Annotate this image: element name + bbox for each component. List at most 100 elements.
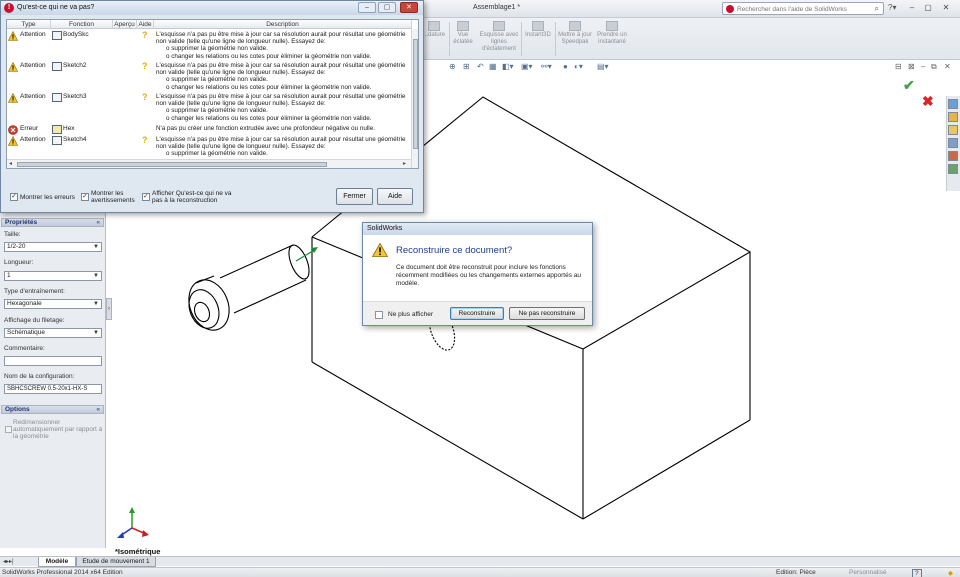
section-view-icon[interactable]: ▦	[489, 62, 497, 71]
vertical-scrollbar[interactable]	[411, 29, 418, 168]
hide-show-items-icon[interactable]: ⚯▾	[541, 62, 552, 71]
scrollbar-thumb[interactable]	[17, 162, 327, 167]
row-description: L'esquisse n'a pas pu être mise à jour c…	[156, 62, 406, 91]
dialog-minimize-button[interactable]: –	[358, 2, 376, 13]
design-library-icon[interactable]	[948, 112, 958, 122]
drive-type-label: Type d'entraînement:	[4, 288, 65, 295]
orientation-triad	[117, 507, 149, 538]
panel-collapse-handle[interactable]: ‹	[106, 298, 112, 320]
thread-display-label: Affichage du filetage:	[4, 317, 65, 324]
viewport-minimize-icon[interactable]: –	[921, 62, 925, 71]
rebuild-dialog-titlebar[interactable]: SolidWorks	[363, 223, 592, 235]
size-select[interactable]: 1/2-20 ▼	[4, 242, 102, 252]
solidworks-resources-icon[interactable]	[948, 99, 958, 109]
sketch-icon	[52, 62, 62, 71]
display-style-icon[interactable]: ▣▾	[521, 62, 533, 71]
rebuild-button[interactable]: Reconstruire	[450, 307, 504, 320]
drive-type-select[interactable]: Hexagonale ▼	[4, 299, 102, 309]
appearances-icon[interactable]	[948, 151, 958, 161]
view-settings-icon[interactable]: ▤▾	[597, 62, 609, 71]
tab-motion-study[interactable]: Etude de mouvement 1	[76, 557, 156, 567]
help-button[interactable]: Aide	[377, 188, 413, 205]
file-explorer-icon[interactable]	[948, 125, 958, 135]
show-at-rebuild-label: Afficher Qu'est-ce qui ne va pas à la re…	[152, 190, 232, 204]
column-header-type[interactable]: Type	[7, 20, 51, 29]
chevron-down-icon: ▼	[93, 330, 99, 336]
table-row[interactable]: Attention BodySkc ? L'esquisse n'a pas p…	[7, 30, 412, 61]
dialog-maximize-button[interactable]: ▢	[378, 2, 396, 13]
scroll-right-icon[interactable]: ▸	[403, 160, 406, 167]
close-button[interactable]: Fermer	[336, 188, 373, 205]
status-editing: Edition: Pièce	[776, 569, 816, 576]
whats-wrong-titlebar[interactable]: ! Qu'est-ce qui ne va pas? – ▢ ✕	[1, 1, 423, 15]
viewport-close-icon[interactable]: ✕	[944, 62, 951, 71]
properties-group-header[interactable]: Propriétés «	[1, 218, 104, 227]
warning-icon	[372, 243, 388, 257]
zoom-area-icon[interactable]: ⊞	[463, 62, 470, 71]
rebuild-dialog: SolidWorks Reconstruire ce document? Ce …	[362, 222, 593, 326]
sketch-icon	[52, 136, 62, 145]
table-row[interactable]: Attention Sketch2 ? L'esquisse n'a pas p…	[7, 61, 412, 92]
viewport-restore-icon[interactable]: ⧉	[931, 62, 937, 72]
column-header-help[interactable]: Aide	[137, 20, 154, 29]
status-notification-icon[interactable]: ◆	[948, 569, 953, 577]
collapse-chevron-icon[interactable]: «	[96, 406, 100, 414]
tab-model[interactable]: Modèle	[38, 557, 76, 567]
length-select[interactable]: 1 ▼	[4, 271, 102, 281]
property-manager: Propriétés « Taille: 1/2-20 ▼ Longueur: 1…	[0, 213, 106, 548]
sketch-icon	[52, 93, 62, 102]
viewport-tile-icon[interactable]: ⊠	[908, 62, 915, 71]
viewport-split-icon[interactable]: ⊟	[895, 62, 902, 71]
status-help-icon[interactable]: ?	[912, 569, 922, 577]
scroll-left-icon[interactable]: ◂	[9, 160, 12, 167]
horizontal-scrollbar[interactable]: ◂ ▸	[7, 159, 411, 168]
do-not-rebuild-button[interactable]: Ne pas reconstruire	[509, 307, 585, 320]
drag-handle-arrow	[295, 247, 318, 262]
table-row[interactable]: Erreur Hex N'a pas pu créer une fonction…	[7, 124, 412, 135]
thread-display-select[interactable]: Schématique ▼	[4, 328, 102, 338]
apply-scene-icon[interactable]: ◐▾	[574, 62, 583, 71]
help-question-icon[interactable]: ?	[142, 30, 148, 40]
status-custom-units[interactable]: Personnalisé	[849, 569, 887, 576]
screw-part	[188, 244, 310, 331]
zoom-to-fit-icon[interactable]: ⊕	[449, 62, 456, 71]
column-header-preview[interactable]: Aperçu	[113, 20, 137, 29]
row-description: N'a pas pu créer une fonction extrudée a…	[156, 125, 375, 132]
collapse-chevron-icon[interactable]: «	[96, 219, 100, 227]
row-description: L'esquisse n'a pas pu être mise à jour c…	[156, 136, 406, 158]
help-question-icon[interactable]: ?	[142, 92, 148, 102]
dialog-close-button[interactable]: ✕	[400, 2, 418, 13]
table-row[interactable]: Attention Sketch3 ? L'esquisse n'a pas p…	[7, 92, 412, 123]
options-group-header[interactable]: Options «	[1, 405, 104, 414]
rebuild-dialog-footer: Ne plus afficher Reconstruire Ne pas rec…	[363, 301, 592, 325]
view-orientation-icon[interactable]: ◧▾	[502, 62, 514, 71]
view-palette-icon[interactable]	[948, 138, 958, 148]
chevron-down-icon: ▼	[93, 244, 99, 250]
previous-view-icon[interactable]: ↶	[477, 62, 484, 71]
comment-input[interactable]	[4, 356, 102, 366]
whats-wrong-table: Type Fonction Aperçu Aide Description At…	[6, 19, 419, 169]
tab-navigation-arrows[interactable]: ◂▸▸|	[3, 558, 14, 565]
viewport-window-controls: ⊟ ⊠ – ⧉ ✕	[893, 62, 955, 74]
row-description: L'esquisse n'a pas pu être mise à jour c…	[156, 31, 406, 60]
table-row[interactable]: Attention Sketch4 ? L'esquisse n'a pas p…	[7, 135, 412, 159]
show-at-rebuild-checkbox[interactable]: ✓	[142, 193, 150, 201]
help-question-icon[interactable]: ?	[142, 135, 148, 145]
custom-properties-icon[interactable]	[948, 164, 958, 174]
status-version: SolidWorks Professional 2014 x64 Edition	[2, 569, 123, 576]
scrollbar-thumb[interactable]	[413, 39, 418, 149]
show-warnings-checkbox[interactable]: ✓	[81, 193, 89, 201]
show-errors-checkbox[interactable]: ✓	[10, 193, 18, 201]
confirm-check-icon[interactable]: ✔	[903, 77, 915, 94]
auto-resize-checkbox[interactable]	[5, 426, 12, 433]
cancel-x-icon[interactable]: ✖	[922, 93, 934, 110]
edit-appearance-icon[interactable]: ●	[563, 62, 568, 71]
column-header-feature[interactable]: Fonction	[51, 20, 113, 29]
warning-icon	[8, 93, 18, 103]
warning-icon	[8, 62, 18, 72]
dont-show-again-checkbox[interactable]	[375, 311, 383, 319]
help-question-icon[interactable]: ?	[142, 61, 148, 71]
chevron-down-icon: ▼	[93, 301, 99, 307]
configuration-name-input[interactable]: SBHCSCREW 0.5-20x1-HX-S	[4, 384, 102, 394]
column-header-description[interactable]: Description	[154, 20, 412, 29]
